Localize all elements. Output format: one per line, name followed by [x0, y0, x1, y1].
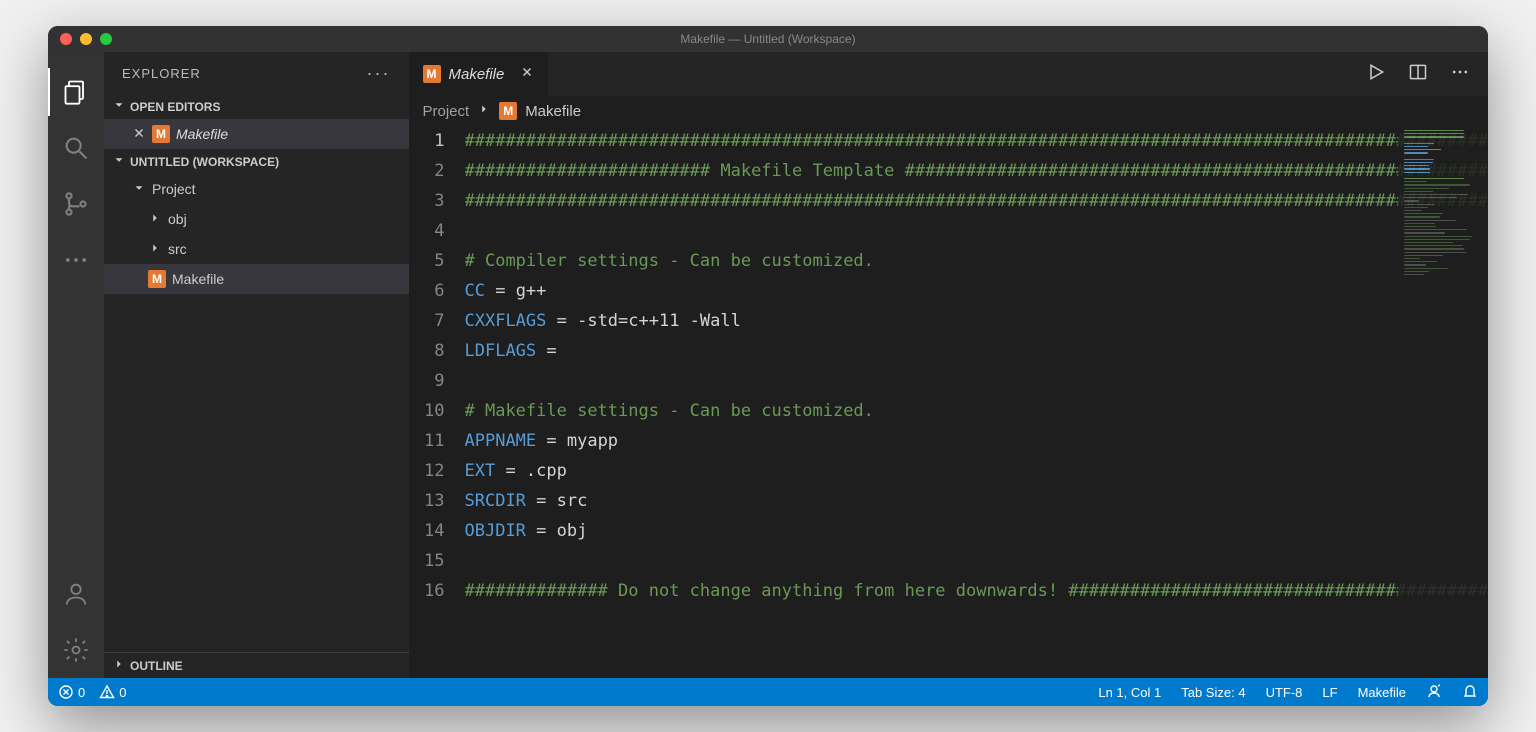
close-icon[interactable]	[520, 65, 534, 83]
code-line[interactable]: EXT = .cpp	[465, 456, 1489, 486]
code-line[interactable]: # Makefile settings - Can be customized.	[465, 396, 1489, 426]
open-editors-section[interactable]: OPEN EDITORS	[104, 94, 409, 119]
window-title: Makefile — Untitled (Workspace)	[48, 32, 1488, 46]
minimap[interactable]	[1398, 126, 1488, 678]
tree-label: src	[168, 241, 187, 257]
code-line[interactable]: ########################################…	[465, 186, 1489, 216]
code-content[interactable]: ########################################…	[465, 126, 1489, 678]
tab-size[interactable]: Tab Size: 4	[1181, 685, 1245, 700]
errors-status[interactable]: 0	[58, 684, 85, 700]
chevron-down-icon	[112, 153, 126, 170]
app-window: Makefile — Untitled (Workspace)	[48, 26, 1488, 706]
chevron-right-icon	[148, 211, 162, 228]
chevron-right-icon	[112, 657, 126, 674]
open-editor-item[interactable]: M Makefile	[104, 119, 409, 149]
encoding[interactable]: UTF-8	[1266, 685, 1303, 700]
chevron-down-icon	[132, 181, 146, 198]
code-line[interactable]: # Compiler settings - Can be customized.	[465, 246, 1489, 276]
breadcrumb-file[interactable]: Makefile	[525, 103, 581, 120]
code-editor[interactable]: 12345678910111213141516 ################…	[409, 126, 1489, 678]
workspace-section[interactable]: UNTITLED (WORKSPACE)	[104, 149, 409, 174]
chevron-down-icon	[112, 98, 126, 115]
code-line[interactable]: ######################## Makefile Templa…	[465, 156, 1489, 186]
tree-file-makefile[interactable]: M Makefile	[104, 264, 409, 294]
source-control-icon[interactable]	[48, 176, 104, 232]
tree-folder-src[interactable]: src	[104, 234, 409, 264]
open-editor-file-label: Makefile	[176, 126, 228, 142]
title-bar[interactable]: Makefile — Untitled (Workspace)	[48, 26, 1488, 52]
search-icon[interactable]	[48, 120, 104, 176]
code-line[interactable]	[465, 366, 1489, 396]
activity-bar	[48, 52, 104, 678]
code-line[interactable]	[465, 216, 1489, 246]
tree-label: obj	[168, 211, 187, 227]
makefile-file-icon: M	[152, 125, 170, 143]
breadcrumb-project[interactable]: Project	[423, 103, 470, 120]
breadcrumb[interactable]: Project M Makefile	[409, 96, 1489, 126]
accounts-icon[interactable]	[48, 566, 104, 622]
status-bar: 0 0 Ln 1, Col 1 Tab Size: 4 UTF-8 LF Mak…	[48, 678, 1488, 706]
code-line[interactable]: SRCDIR = src	[465, 486, 1489, 516]
settings-gear-icon[interactable]	[48, 622, 104, 678]
workspace-label: UNTITLED (WORKSPACE)	[130, 155, 279, 169]
notifications-icon[interactable]	[1462, 683, 1478, 702]
errors-count: 0	[78, 685, 85, 700]
line-numbers: 12345678910111213141516	[409, 126, 465, 678]
tree-label: Project	[152, 181, 196, 197]
tab-makefile[interactable]: M Makefile	[409, 52, 550, 96]
chevron-right-icon	[477, 102, 491, 120]
makefile-file-icon: M	[423, 65, 441, 83]
chevron-right-icon	[148, 241, 162, 258]
feedback-icon[interactable]	[1426, 683, 1442, 702]
tree-label: Makefile	[172, 271, 224, 287]
more-icon[interactable]	[48, 232, 104, 288]
code-line[interactable]	[465, 546, 1489, 576]
cursor-position[interactable]: Ln 1, Col 1	[1098, 685, 1161, 700]
code-line[interactable]: OBJDIR = obj	[465, 516, 1489, 546]
open-editors-label: OPEN EDITORS	[130, 100, 220, 114]
run-icon[interactable]	[1366, 62, 1386, 87]
eol[interactable]: LF	[1322, 685, 1337, 700]
outline-section[interactable]: OUTLINE	[104, 652, 409, 678]
tree-folder-obj[interactable]: obj	[104, 204, 409, 234]
code-line[interactable]: APPNAME = myapp	[465, 426, 1489, 456]
code-line[interactable]: ############## Do not change anything fr…	[465, 576, 1489, 606]
makefile-file-icon: M	[499, 102, 517, 120]
explorer-icon[interactable]	[48, 64, 104, 120]
language-mode[interactable]: Makefile	[1358, 685, 1406, 700]
code-line[interactable]: CC = g++	[465, 276, 1489, 306]
warnings-status[interactable]: 0	[99, 684, 126, 700]
explorer-sidebar: EXPLORER ··· OPEN EDITORS M Makefile	[104, 52, 409, 678]
code-line[interactable]: CXXFLAGS = -std=c++11 -Wall	[465, 306, 1489, 336]
tree-folder-project[interactable]: Project	[104, 174, 409, 204]
more-icon[interactable]	[1450, 62, 1470, 87]
tab-label: Makefile	[449, 66, 505, 83]
sidebar-more-icon[interactable]: ···	[367, 63, 391, 84]
code-line[interactable]: ########################################…	[465, 126, 1489, 156]
sidebar-title: EXPLORER	[122, 66, 201, 81]
split-editor-icon[interactable]	[1408, 62, 1428, 87]
tab-bar: M Makefile	[409, 52, 1489, 96]
code-line[interactable]: LDFLAGS =	[465, 336, 1489, 366]
outline-label: OUTLINE	[130, 659, 183, 673]
close-icon[interactable]	[132, 126, 146, 143]
editor-area: M Makefile Project M Makefile	[409, 52, 1489, 678]
warnings-count: 0	[119, 685, 126, 700]
makefile-file-icon: M	[148, 270, 166, 288]
